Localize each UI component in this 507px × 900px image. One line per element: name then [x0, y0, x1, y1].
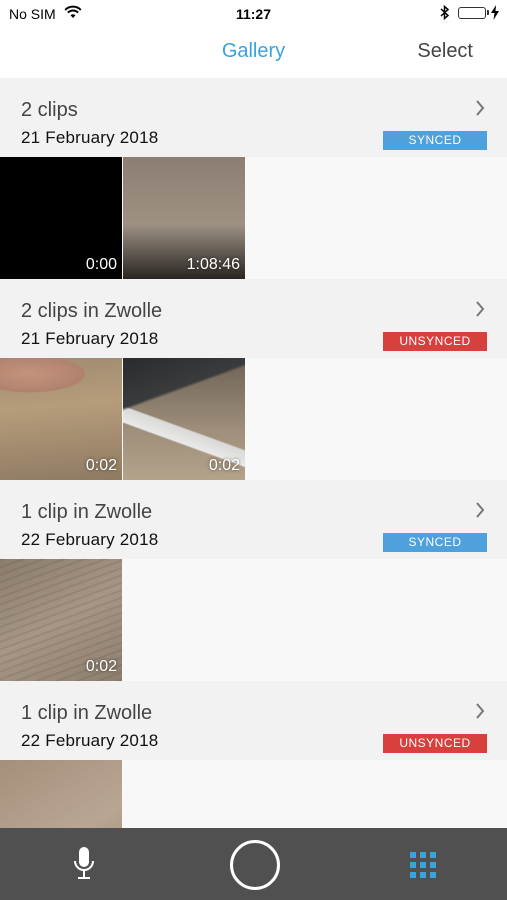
gallery-list[interactable]: 2 clips 21 February 2018 SYNCED 0:00 1:0…: [0, 78, 507, 828]
bluetooth-icon: [440, 4, 450, 25]
clip-row: 0:00 1:08:46: [0, 157, 507, 279]
section-header[interactable]: 1 clip in Zwolle 22 February 2018 SYNCED: [0, 480, 507, 559]
clip-duration: 1:08:46: [186, 256, 240, 273]
status-badge: SYNCED: [383, 131, 487, 150]
clip-thumbnail[interactable]: 0:00: [0, 157, 122, 279]
section-title: 2 clips in Zwolle: [21, 300, 163, 322]
section-header[interactable]: 2 clips in Zwolle 21 February 2018 UNSYN…: [0, 279, 507, 358]
section-date: 22 February 2018: [21, 731, 159, 750]
section-title: 1 clip in Zwolle: [21, 702, 153, 724]
section-date: 22 February 2018: [21, 530, 159, 549]
charging-icon: [491, 5, 499, 25]
chevron-right-icon[interactable]: [475, 301, 485, 322]
status-badge: UNSYNCED: [383, 734, 487, 753]
battery-cap: [487, 10, 489, 15]
chevron-right-icon[interactable]: [475, 100, 485, 121]
clip-duration: 0:00: [85, 256, 117, 273]
clip-thumbnail[interactable]: 0:02: [0, 559, 122, 681]
clip-row: 0:02: [0, 559, 507, 681]
status-badge: UNSYNCED: [383, 332, 487, 351]
section-header[interactable]: 2 clips 21 February 2018 SYNCED: [0, 78, 507, 157]
section-date: 21 February 2018: [21, 329, 159, 348]
grid-icon[interactable]: [410, 852, 436, 883]
chevron-right-icon[interactable]: [475, 502, 485, 523]
bottom-toolbar: [0, 828, 507, 900]
status-bar: No SIM 11:27: [0, 0, 507, 28]
gallery-section: 2 clips in Zwolle 21 February 2018 UNSYN…: [0, 279, 507, 480]
clip-thumbnail[interactable]: 0:02: [123, 358, 245, 480]
record-button[interactable]: [230, 840, 280, 890]
clip-thumbnail[interactable]: [0, 760, 122, 828]
section-title: 2 clips: [21, 99, 78, 121]
clip-duration: 0:02: [85, 658, 117, 675]
gallery-section: 1 clip in Zwolle 22 February 2018 UNSYNC…: [0, 681, 507, 828]
clip-thumbnail[interactable]: 0:02: [0, 358, 122, 480]
clip-row: 0:02 0:02: [0, 358, 507, 480]
section-header[interactable]: 1 clip in Zwolle 22 February 2018 UNSYNC…: [0, 681, 507, 760]
battery-icon: [458, 7, 486, 19]
clip-duration: 0:02: [208, 457, 240, 474]
navigation-bar: Gallery Select: [0, 28, 507, 78]
gallery-section: 1 clip in Zwolle 22 February 2018 SYNCED…: [0, 480, 507, 681]
gallery-section: 2 clips 21 February 2018 SYNCED 0:00 1:0…: [0, 78, 507, 279]
clock: 11:27: [235, 6, 272, 22]
clip-thumbnail[interactable]: 1:08:46: [123, 157, 245, 279]
chevron-right-icon[interactable]: [475, 703, 485, 724]
microphone-icon[interactable]: [72, 846, 96, 887]
select-button[interactable]: Select: [417, 40, 473, 63]
status-badge: SYNCED: [383, 533, 487, 552]
section-date: 21 February 2018: [21, 128, 159, 147]
clip-row: [0, 760, 507, 828]
clip-duration: 0:02: [85, 457, 117, 474]
section-title: 1 clip in Zwolle: [21, 501, 153, 523]
